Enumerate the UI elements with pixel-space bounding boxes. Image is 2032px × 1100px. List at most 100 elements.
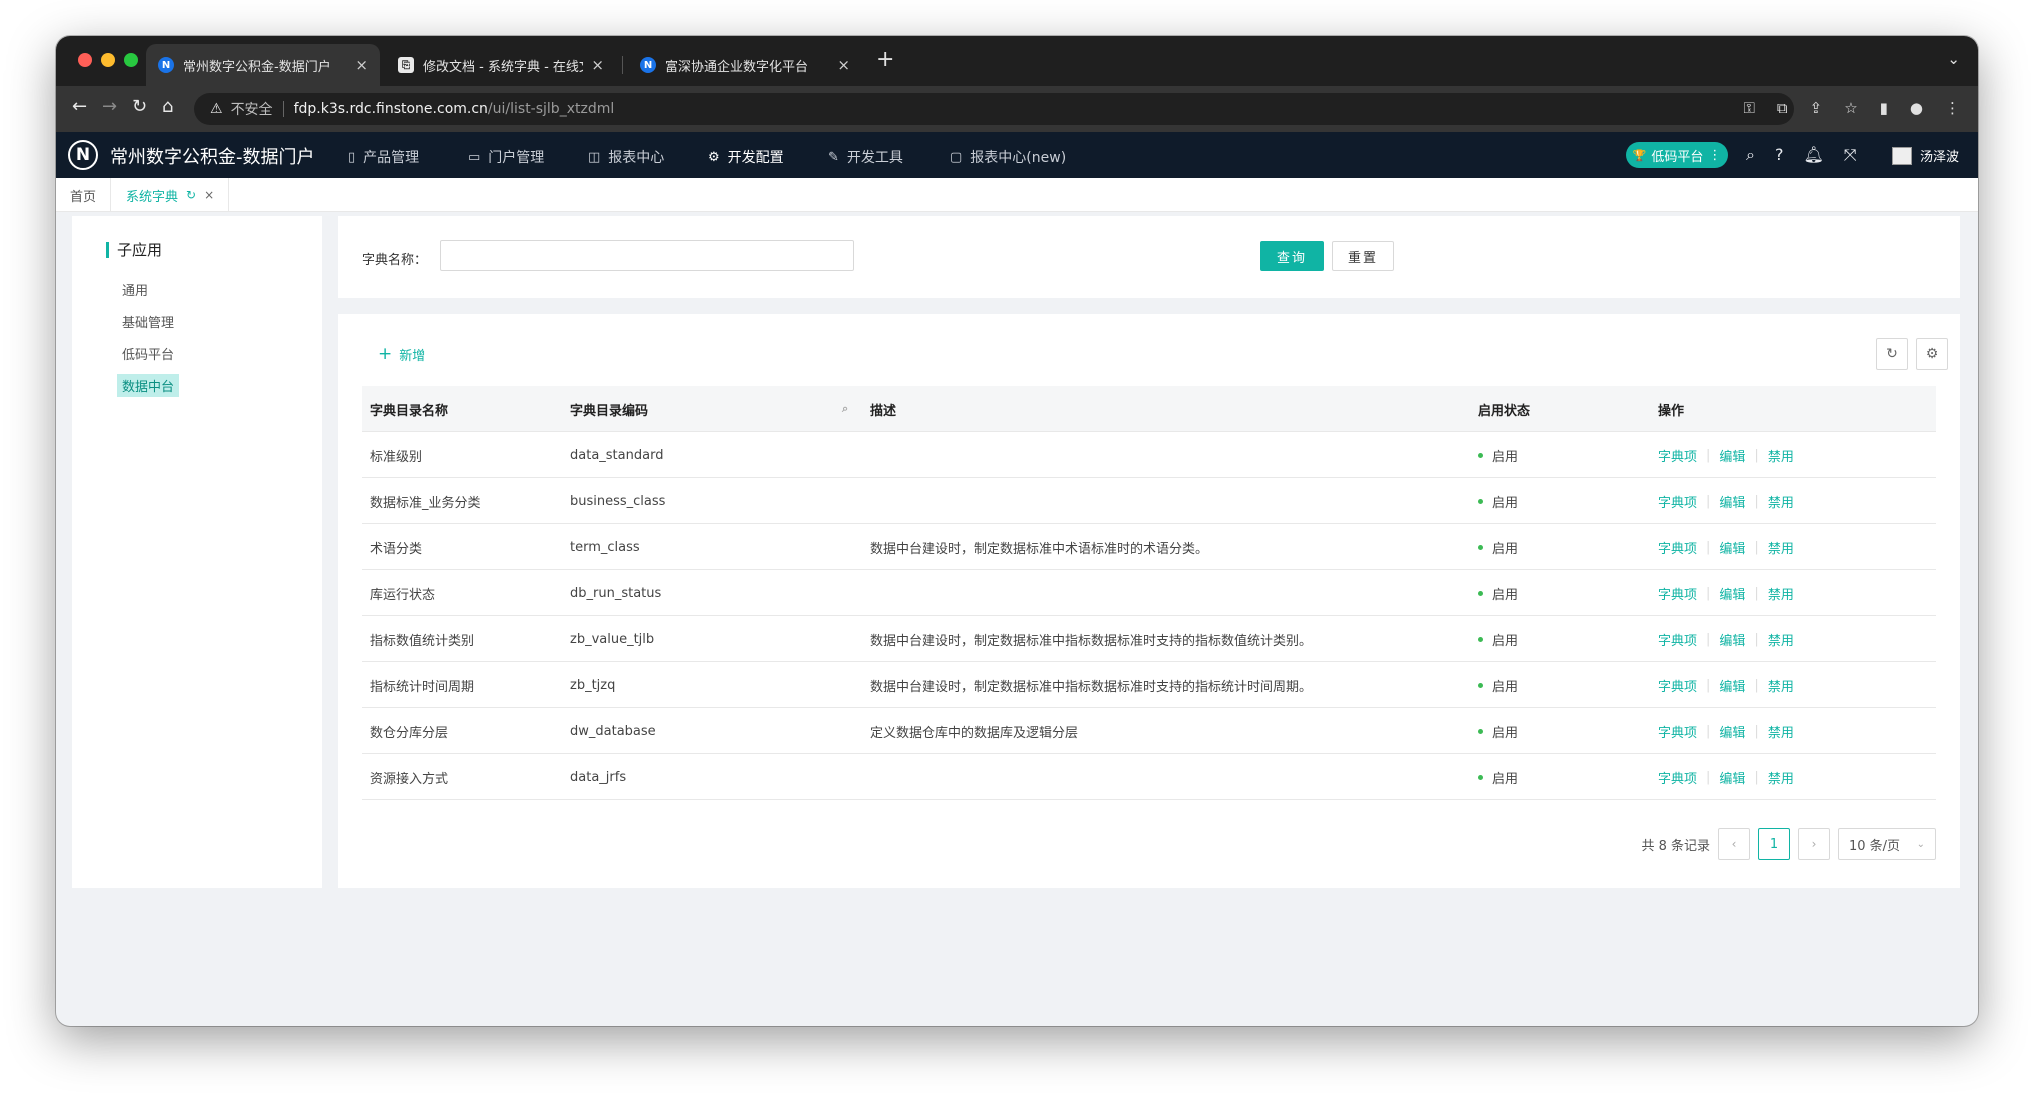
disable-link[interactable]: 禁用 xyxy=(1768,676,1794,695)
new-tab-button[interactable]: + xyxy=(876,47,894,72)
disable-link[interactable]: 禁用 xyxy=(1768,630,1794,649)
edit-link[interactable]: 编辑 xyxy=(1719,538,1745,557)
browser-tab-2[interactable]: ⎘ 修改文档 - 系统字典 - 在线文档 × xyxy=(386,44,616,86)
dictionary-items-link[interactable]: 字典项 xyxy=(1658,768,1697,787)
edit-link[interactable]: 编辑 xyxy=(1719,630,1745,649)
insecure-label[interactable]: 不安全 xyxy=(231,99,273,119)
refresh-table-button[interactable]: ↻ xyxy=(1876,338,1908,370)
browser-tab-1[interactable]: N 常州数字公积金-数据门户 × xyxy=(146,44,380,86)
forward-icon[interactable]: → xyxy=(102,96,117,117)
dictionary-name-input[interactable] xyxy=(440,240,854,271)
dictionary-items-link[interactable]: 字典项 xyxy=(1658,630,1697,649)
edit-link[interactable]: 编辑 xyxy=(1719,768,1745,787)
fullscreen-icon[interactable]: ⤧ xyxy=(1844,145,1857,165)
translate-icon[interactable]: ⧉ xyxy=(1777,99,1788,117)
page-tabs: 首页 系统字典 ↻ × xyxy=(56,178,1978,212)
gear-icon: ⚙ xyxy=(1925,346,1939,362)
next-page-button[interactable]: › xyxy=(1798,828,1830,860)
close-tab-icon[interactable]: × xyxy=(355,56,368,74)
lowcode-platform-button[interactable]: 🏆 低码平台 ⋮ xyxy=(1626,142,1728,168)
dictionary-items-link[interactable]: 字典项 xyxy=(1658,492,1697,511)
dictionary-items-link[interactable]: 字典项 xyxy=(1658,584,1697,603)
dictionary-items-link[interactable]: 字典项 xyxy=(1658,446,1697,465)
cell-code: business_class xyxy=(570,493,666,509)
tab-home[interactable]: 首页 xyxy=(56,178,112,212)
cell-name: 数仓分库分层 xyxy=(370,725,449,741)
tab-search-icon[interactable]: ⌄ xyxy=(1947,50,1960,68)
app-header: N 常州数字公积金-数据门户 ▯ 产品管理 ▭ 门户管理 ◫ 报表中心 ⚙ 开发… xyxy=(56,132,1978,178)
key-icon[interactable]: ⚿ xyxy=(1743,99,1754,117)
minimize-window-button[interactable] xyxy=(101,53,115,67)
disable-link[interactable]: 禁用 xyxy=(1768,722,1794,741)
help-icon[interactable]: ? xyxy=(1775,145,1784,165)
pagination: 共 8 条记录 ‹ 1 › 10 条/页 ⌄ xyxy=(1641,828,1936,860)
column-search-icon[interactable]: ⌕ xyxy=(842,386,848,432)
table-row: 指标统计时间周期 zb_tjzq 数据中台建设时，制定数据标准中指标数据标准时支持的… xyxy=(362,662,1936,708)
side-panel-icon[interactable]: ▮ xyxy=(1880,99,1888,117)
edit-link[interactable]: 编辑 xyxy=(1719,676,1745,695)
edit-link[interactable]: 编辑 xyxy=(1719,492,1745,511)
disable-link[interactable]: 禁用 xyxy=(1768,538,1794,557)
menu-report-center-new[interactable]: ▢ 报表中心(new) xyxy=(950,147,1066,167)
edit-link[interactable]: 编辑 xyxy=(1719,584,1745,603)
dictionary-items-link[interactable]: 字典项 xyxy=(1658,676,1697,695)
status-dot-icon xyxy=(1478,636,1483,642)
search-button[interactable]: 查询 xyxy=(1260,241,1324,271)
cell-name: 术语分类 xyxy=(370,541,423,557)
dictionary-items-link[interactable]: 字典项 xyxy=(1658,722,1697,741)
edit-link[interactable]: 编辑 xyxy=(1719,446,1745,465)
reload-icon[interactable]: ↻ xyxy=(132,96,147,117)
bell-icon[interactable]: 🔔︎ xyxy=(1803,145,1823,165)
status-dot-icon xyxy=(1478,774,1483,780)
zoom-window-button[interactable] xyxy=(124,53,138,67)
close-tab-icon[interactable]: × xyxy=(837,56,850,74)
address-bar[interactable]: ⚠ 不安全 fdp.k3s.rdc.finstone.com.cn /ui/li… xyxy=(194,93,1794,125)
disable-link[interactable]: 禁用 xyxy=(1768,492,1794,511)
disable-link[interactable]: 禁用 xyxy=(1768,768,1794,787)
page-1-button[interactable]: 1 xyxy=(1758,828,1790,860)
close-icon[interactable]: × xyxy=(204,188,214,202)
menu-portal-management[interactable]: ▭ 门户管理 xyxy=(468,147,544,167)
cell-status: 启用 xyxy=(1478,754,1518,800)
bookmark-star-icon[interactable]: ☆ xyxy=(1844,99,1857,117)
close-tab-icon[interactable]: × xyxy=(591,56,604,74)
add-new-button[interactable]: + 新增 xyxy=(378,344,425,364)
user-menu[interactable]: 汤泽波 xyxy=(1892,146,1959,165)
back-icon[interactable]: ← xyxy=(72,96,87,117)
reset-button[interactable]: 重置 xyxy=(1332,241,1394,271)
browser-toolbar: ← → ↻ ⌂ ⚠ 不安全 fdp.k3s.rdc.finstone.com.c… xyxy=(56,86,1978,132)
search-icon[interactable]: ⌕ xyxy=(1746,145,1755,165)
more-menu-icon[interactable]: ⋮ xyxy=(1945,99,1960,117)
sidebar-item-general[interactable]: 通用 xyxy=(122,280,148,299)
tab-system-dictionary[interactable]: 系统字典 ↻ × xyxy=(112,178,230,212)
tab-title: 修改文档 - 系统字典 - 在线文档 xyxy=(423,59,583,75)
sidebar-item-basic-management[interactable]: 基础管理 xyxy=(122,312,174,331)
column-settings-button[interactable]: ⚙ xyxy=(1916,338,1948,370)
warning-icon[interactable]: ⚠ xyxy=(210,101,223,117)
disable-link[interactable]: 禁用 xyxy=(1768,446,1794,465)
menu-label: 产品管理 xyxy=(363,150,420,166)
tab-title: 常州数字公积金-数据门户 xyxy=(183,59,331,75)
sidebar-item-lowcode-platform[interactable]: 低码平台 xyxy=(122,344,174,363)
chevron-down-icon: ⌄ xyxy=(1916,838,1925,850)
refresh-icon[interactable]: ↻ xyxy=(186,188,196,202)
home-icon[interactable]: ⌂ xyxy=(162,96,173,117)
browser-tab-3[interactable]: N 富深协通企业数字化平台 × xyxy=(628,44,862,86)
disable-link[interactable]: 禁用 xyxy=(1768,584,1794,603)
menu-product-management[interactable]: ▯ 产品管理 xyxy=(348,147,419,167)
menu-report-center[interactable]: ◫ 报表中心 xyxy=(588,147,664,167)
gear-icon: ⚙ xyxy=(708,149,720,165)
app-logo[interactable]: N xyxy=(68,140,98,170)
profile-icon[interactable]: ● xyxy=(1910,99,1923,117)
close-window-button[interactable] xyxy=(78,53,92,67)
dictionary-items-link[interactable]: 字典项 xyxy=(1658,538,1697,557)
sidebar-item-data-middle-platform[interactable]: 数据中台 xyxy=(117,374,180,397)
share-icon[interactable]: ⇪ xyxy=(1810,99,1823,117)
menu-dev-tools[interactable]: ✎ 开发工具 xyxy=(828,147,903,167)
menu-dev-config[interactable]: ⚙ 开发配置 xyxy=(708,147,784,167)
plus-icon: + xyxy=(378,344,393,364)
page-size-select[interactable]: 10 条/页 ⌄ xyxy=(1838,828,1936,860)
cell-status: 启用 xyxy=(1478,570,1518,616)
edit-link[interactable]: 编辑 xyxy=(1719,722,1745,741)
prev-page-button[interactable]: ‹ xyxy=(1718,828,1750,860)
